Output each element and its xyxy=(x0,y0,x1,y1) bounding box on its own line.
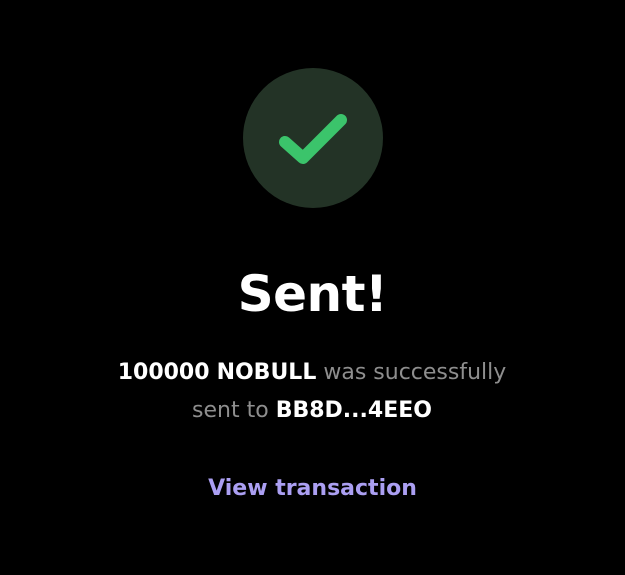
view-transaction-container: View transaction xyxy=(0,472,625,506)
token-symbol: NOBULL xyxy=(216,360,317,385)
message-prefix: sent to xyxy=(192,398,269,423)
checkmark-icon xyxy=(279,114,347,164)
sent-amount: 100000 xyxy=(117,360,210,385)
send-success-screen: Sent! 100000 NOBULL was successfully sen… xyxy=(0,0,625,575)
success-message: 100000 NOBULL was successfully sent to B… xyxy=(62,354,562,430)
recipient-address: BB8D...4EEO xyxy=(275,398,432,423)
message-text: was successfully xyxy=(323,360,507,385)
view-transaction-link[interactable]: View transaction xyxy=(208,476,417,501)
page-title: Sent! xyxy=(237,265,388,323)
success-badge xyxy=(243,68,383,208)
